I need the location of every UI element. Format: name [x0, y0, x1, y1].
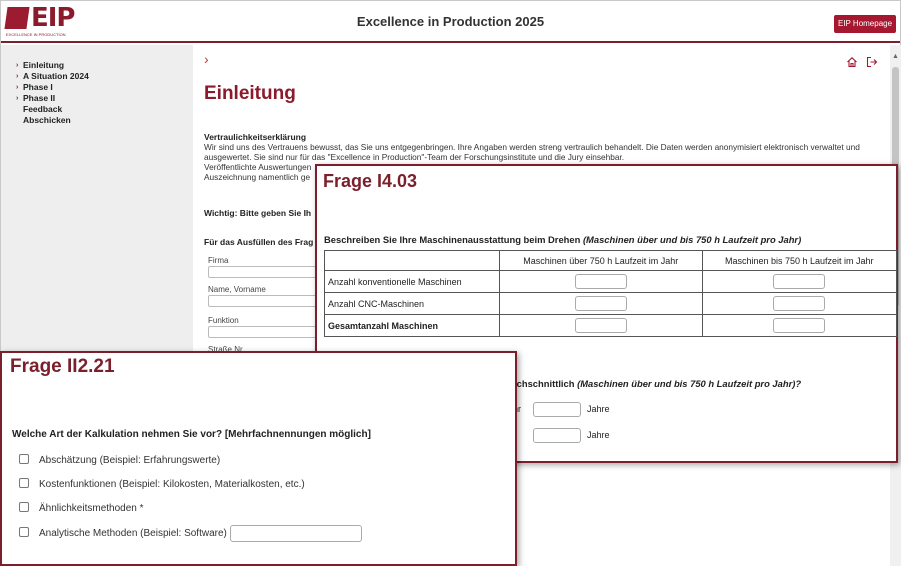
option-analytische-methoden[interactable]: Analytische Methoden (Beispiel: Software…	[19, 525, 362, 542]
years-row: hrJahre	[513, 402, 610, 417]
table-row: Anzahl konventionelle Maschinen	[324, 270, 898, 293]
checkbox[interactable]	[19, 454, 29, 464]
question-italic: (Maschinen über und bis 750 h Laufzeit p…	[582, 234, 802, 245]
fill-note: Für das Ausfüllen des Frag	[204, 237, 314, 247]
row-label: Anzahl CNC-Maschinen	[324, 292, 500, 315]
question2-bold: rchschnittlich	[513, 378, 575, 389]
checkbox[interactable]	[19, 527, 29, 538]
sidebar-item-feedback[interactable]: Feedback	[23, 104, 193, 115]
chevron-right-icon: ›	[16, 84, 19, 91]
sidebar-item-label: Phase II	[23, 93, 56, 103]
option-label: Abschätzung (Beispiel: Erfahrungswerte)	[39, 455, 221, 466]
question-bold: Beschreiben Sie Ihre Maschinenausstattun…	[324, 234, 581, 245]
logo-subtitle: EXCELLENCE IN PRODUCTION	[6, 32, 66, 37]
table-cell	[499, 270, 703, 293]
machine-table: Maschinen über 750 h Laufzeit im Jahr Ma…	[324, 250, 898, 337]
table-cell	[701, 270, 898, 293]
under-750-input[interactable]	[773, 296, 826, 311]
table-cell	[701, 314, 898, 337]
sidebar-item-situation[interactable]: › A Situation 2024	[16, 71, 193, 82]
question-card-ii221: Frage II2.21 Welche Art der Kalkulation …	[0, 351, 517, 566]
page-title: Einleitung	[204, 83, 296, 104]
option-kostenfunktionen[interactable]: Kostenfunktionen (Beispiel: Kilokosten, …	[19, 478, 305, 492]
sidebar-item-label: A Situation 2024	[23, 71, 89, 81]
sidebar-item-einleitung[interactable]: › Einleitung	[16, 60, 193, 71]
table-header-cell: Maschinen bis 750 h Laufzeit im Jahr	[701, 250, 898, 271]
option-label: Kostenfunktionen (Beispiel: Kilokosten, …	[39, 479, 305, 490]
under-750-input[interactable]	[773, 318, 826, 333]
chevron-right-icon: ›	[16, 73, 19, 80]
option-label: Analytische Methoden (Beispiel: Software…	[39, 528, 227, 540]
software-input[interactable]	[229, 525, 362, 542]
question-title: Frage II2.21	[10, 356, 115, 377]
table-cell	[499, 314, 703, 337]
table-header-cell: Maschinen über 750 h Laufzeit im Jahr	[499, 250, 703, 271]
over-750-input[interactable]	[574, 318, 627, 333]
years-unit: Jahre	[587, 429, 610, 440]
scroll-up-icon[interactable]: ▲	[890, 53, 901, 60]
sidebar-item-label: Einleitung	[23, 60, 65, 70]
row-label: Gesamtanzahl Maschinen	[324, 314, 500, 337]
table-row: Gesamtanzahl Maschinen	[324, 314, 898, 337]
header-bar: EIP EXCELLENCE IN PRODUCTION Excellence …	[1, 1, 900, 43]
option-abschaetzung[interactable]: Abschätzung (Beispiel: Erfahrungswerte)	[19, 454, 220, 468]
logout-icon[interactable]	[866, 56, 878, 68]
eip-homepage-button[interactable]: EIP Homepage	[834, 15, 896, 33]
sidebar-item-label: Feedback	[23, 104, 63, 114]
chevron-right-icon: ›	[16, 62, 19, 69]
sidebar-item-label: Phase I	[23, 82, 53, 92]
field-label-firma: Firma	[208, 256, 229, 265]
question-title: Frage I4.03	[323, 171, 418, 191]
checkbox[interactable]	[19, 478, 29, 488]
sidebar-item-label: Abschicken	[23, 115, 71, 125]
years-input[interactable]	[533, 428, 582, 443]
question2-italic: (Maschinen über und bis 750 h Laufzeit p…	[577, 378, 802, 389]
confidentiality-paragraph: Wir sind uns des Vertrauens bewusst, das…	[204, 142, 860, 162]
confidentiality-title: Vertraulichkeitserklärung	[204, 132, 307, 142]
checkbox[interactable]	[19, 502, 29, 512]
years-row: hrJahre	[513, 428, 610, 443]
chevron-right-icon: ›	[16, 95, 19, 102]
table-cell	[701, 292, 898, 315]
table-row: Anzahl CNC-Maschinen	[324, 292, 898, 315]
option-label: Ähnlichkeitsmethoden *	[39, 503, 144, 514]
sidebar-item-phase-2[interactable]: › Phase II	[16, 93, 193, 104]
under-750-input[interactable]	[773, 274, 826, 289]
breadcrumb-chevron-icon[interactable]: ›	[204, 51, 209, 67]
field-label-funktion: Funktion	[208, 316, 239, 325]
table-header-row: Maschinen über 750 h Laufzeit im Jahr Ma…	[324, 250, 898, 271]
years-unit: Jahre	[587, 403, 610, 414]
question2-text: rchschnittlich (Maschinen über und bis 7…	[513, 378, 801, 389]
over-750-input[interactable]	[574, 296, 627, 311]
sidebar-item-phase-1[interactable]: › Phase I	[16, 82, 193, 93]
site-title: Excellence in Production 2025	[356, 14, 545, 29]
field-label-name: Name, Vorname	[208, 285, 266, 294]
table-header-cell	[324, 250, 500, 271]
years-input[interactable]	[533, 402, 582, 417]
home-icon[interactable]	[846, 56, 858, 68]
row-label: Anzahl konventionelle Maschinen	[324, 270, 500, 293]
over-750-input[interactable]	[574, 274, 627, 289]
table-cell	[499, 292, 703, 315]
sidebar-item-abschicken[interactable]: Abschicken	[23, 115, 193, 126]
question-text: Welche Art der Kalkulation nehmen Sie vo…	[12, 429, 371, 440]
question-text: Beschreiben Sie Ihre Maschinenausstattun…	[324, 234, 898, 245]
important-note: Wichtig: Bitte geben Sie Ih	[204, 208, 312, 218]
option-aehnlichkeitsmethoden[interactable]: Ähnlichkeitsmethoden *	[19, 502, 144, 516]
